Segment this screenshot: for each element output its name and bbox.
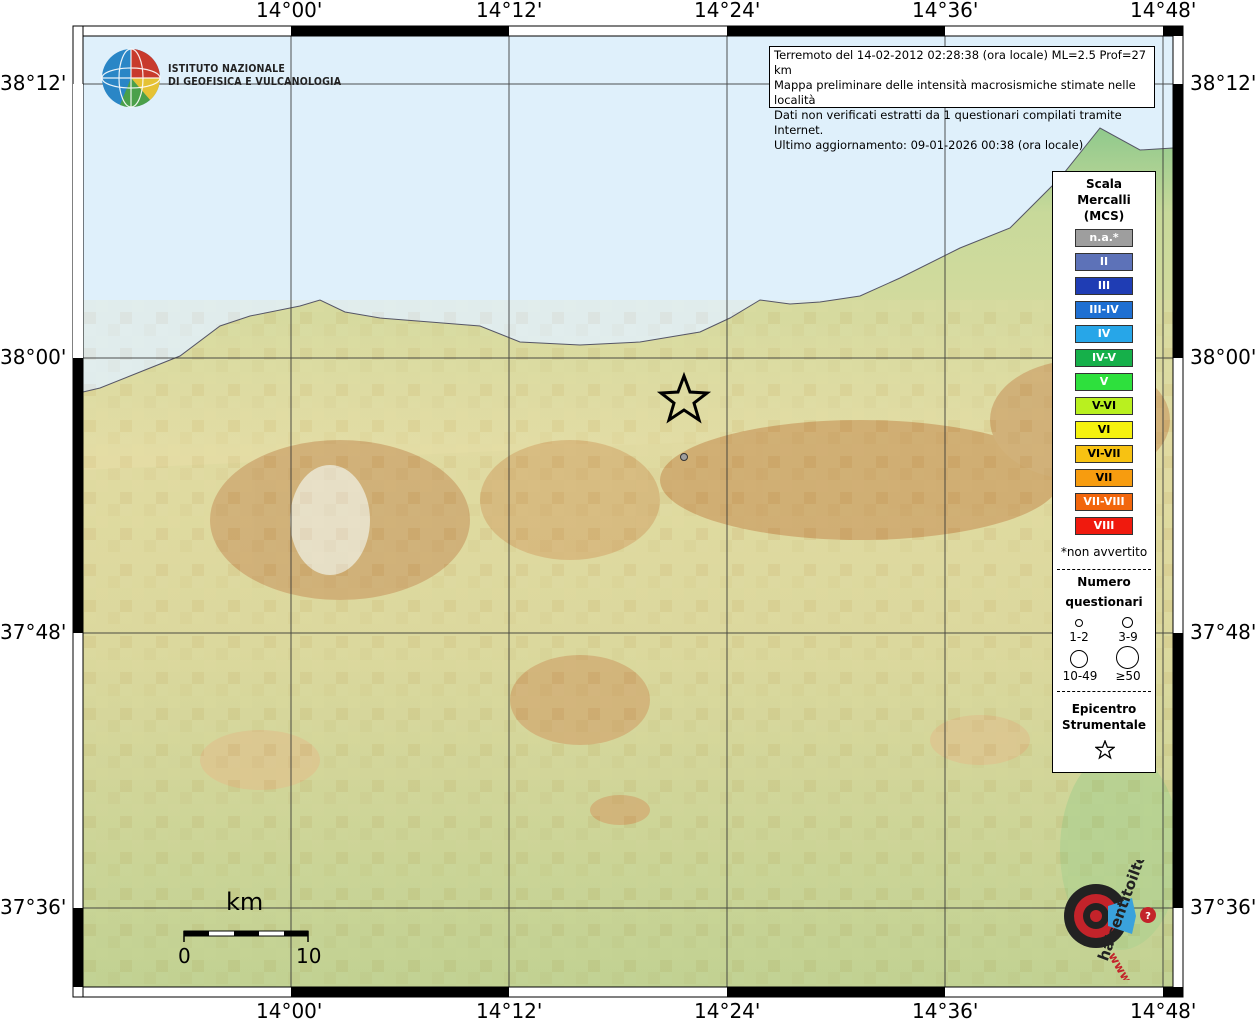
lon-label-top-2: 14°12'	[476, 0, 543, 22]
legend-count-title1: Numero	[1077, 575, 1131, 589]
scale-start: 0	[178, 944, 191, 968]
ingv-logo-text: ISTITUTO NAZIONALE DI GEOFISICA E VULCAN…	[168, 63, 341, 89]
brand-text: haisentitoilterremoto.it www.	[1060, 860, 1150, 980]
event-info-line1: Terremoto del 14-02-2012 02:28:38 (ora l…	[774, 48, 1147, 77]
scale-unit: km	[226, 888, 264, 916]
legend-title3: (MCS)	[1083, 209, 1125, 223]
count-circle-1-icon	[1075, 619, 1083, 627]
legend-swatch-6: IV-V	[1075, 349, 1133, 367]
scale-end: 10	[296, 944, 322, 968]
lon-label-bottom-3: 14°24'	[694, 999, 761, 1023]
lat-label-left-3: 37°48'	[0, 620, 67, 644]
event-info-box: Terremoto del 14-02-2012 02:28:38 (ora l…	[769, 46, 1155, 152]
lat-label-left-2: 38°00'	[0, 345, 67, 369]
count-label-1: 1-2	[1069, 630, 1089, 644]
ingv-line2: DI GEOFISICA E VULCANOLOGIA	[168, 76, 342, 88]
lon-label-top-1: 14°00'	[256, 0, 323, 22]
lon-label-bottom-5: 14°48'	[1130, 999, 1197, 1023]
lon-label-top-5: 14°48'	[1130, 0, 1197, 22]
legend-swatch-9: VI	[1075, 421, 1133, 439]
lat-label-right-3: 37°48'	[1190, 620, 1256, 644]
event-info-line4: Ultimo aggiornamento: 09-01-2026 00:38 (…	[774, 138, 1084, 152]
lon-label-bottom-2: 14°12'	[476, 999, 543, 1023]
legend-swatch-4: III-IV	[1075, 301, 1133, 319]
lat-label-right-4: 37°36'	[1190, 895, 1256, 919]
ingv-logo-icon	[101, 48, 161, 108]
legend-star-icon	[1095, 740, 1115, 760]
legend-note: *non avvertito	[1060, 545, 1148, 559]
lat-label-left-1: 38°12'	[0, 71, 67, 95]
legend-swatch-12: VII-VIII	[1075, 493, 1133, 511]
legend-swatch-13: VIII	[1075, 517, 1133, 535]
legend-swatch-11: VII	[1075, 469, 1133, 487]
count-label-2: 3-9	[1118, 630, 1138, 644]
lat-label-right-2: 38°00'	[1190, 345, 1256, 369]
count-circle-3-icon	[1070, 650, 1088, 668]
legend-title2: Mercalli	[1077, 193, 1131, 207]
ingv-line1: ISTITUTO NAZIONALE	[168, 63, 286, 75]
legend-swatch-8: V-VI	[1075, 397, 1133, 415]
legend-swatch-10: VI-VII	[1075, 445, 1133, 463]
brand-name: haisentitoilterremoto.it	[1094, 860, 1150, 963]
legend-swatch-2: II	[1075, 253, 1133, 271]
lon-label-bottom-4: 14°36'	[912, 999, 979, 1023]
event-info-line2: Mappa preliminare delle intensità macros…	[774, 78, 1136, 107]
lon-label-top-3: 14°24'	[694, 0, 761, 22]
legend-swatch-3: III	[1075, 277, 1133, 295]
count-circle-2-icon	[1122, 617, 1133, 628]
event-info-line3: Dati non verificati estratti da 1 questi…	[774, 108, 1122, 137]
count-label-4: ≥50	[1115, 669, 1141, 683]
legend-swatch-5: IV	[1075, 325, 1133, 343]
observation-point	[680, 453, 688, 461]
count-label-3: 10-49	[1062, 669, 1098, 683]
legend-swatch-1: n.a.*	[1075, 229, 1133, 247]
count-circle-4-icon	[1116, 646, 1139, 669]
legend-title1: Scala	[1085, 177, 1123, 191]
lon-label-bottom-1: 14°00'	[256, 999, 323, 1023]
brand-www: www.	[1105, 950, 1136, 980]
lat-label-left-4: 37°36'	[0, 895, 67, 919]
legend-swatch-7: V	[1075, 373, 1133, 391]
legend-epi-title1: Epicentro	[1071, 702, 1137, 716]
lon-label-top-4: 14°36'	[912, 0, 979, 22]
legend-epi-title2: Strumentale	[1061, 718, 1147, 732]
legend: Scala Mercalli (MCS) n.a.* II III III-IV IV I…	[1052, 171, 1156, 773]
lat-label-right-1: 38°12'	[1190, 71, 1256, 95]
legend-count-title2: questionari	[1065, 595, 1143, 609]
